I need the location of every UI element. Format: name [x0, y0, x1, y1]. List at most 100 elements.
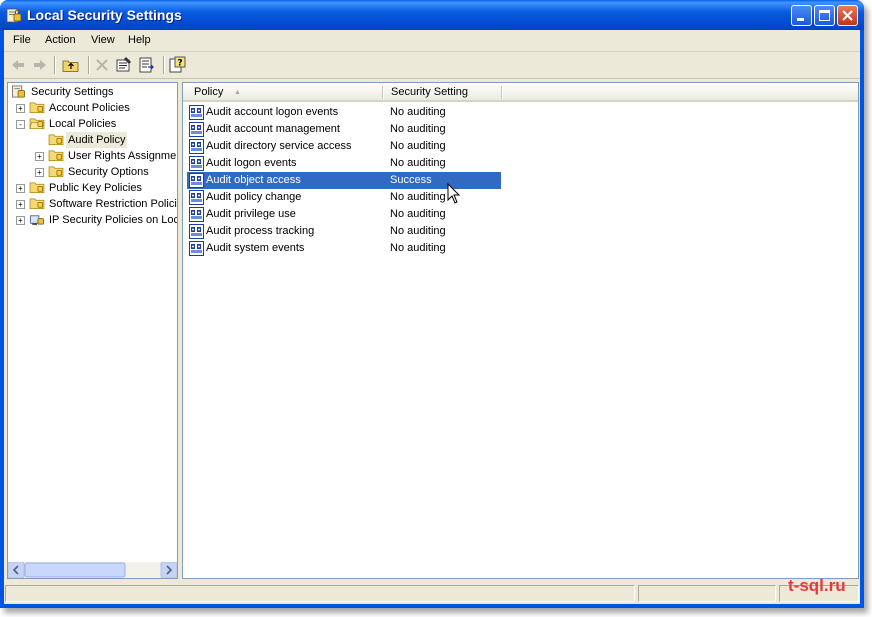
table-row[interactable]: Audit directory service access No auditin… — [187, 138, 501, 155]
folder-icon — [48, 166, 64, 177]
policy-setting: No auditing — [390, 106, 446, 118]
tree-item-label: Software Restriction Policie — [49, 198, 178, 210]
folder-icon — [48, 134, 64, 145]
properties-icon[interactable] — [115, 56, 133, 74]
menu-action[interactable]: Action — [45, 34, 76, 46]
close-icon — [842, 10, 853, 21]
minimize-button[interactable] — [791, 5, 812, 26]
status-bar — [4, 583, 860, 604]
tree-item[interactable]: + Account Policies — [8, 100, 177, 116]
policy-setting: No auditing — [390, 191, 446, 203]
folder-icon — [29, 102, 45, 113]
tree-collapse-icon[interactable]: - — [16, 120, 25, 129]
policy-name: Audit process tracking — [206, 225, 315, 237]
tree-item[interactable]: Security Settings — [8, 84, 177, 100]
tree-item-label: Local Policies — [49, 118, 117, 130]
tree-item-label: Security Options — [68, 166, 149, 178]
tree-item[interactable]: Audit Policy — [8, 132, 177, 148]
table-row[interactable]: Audit account management No auditing — [187, 121, 501, 138]
table-row[interactable]: Audit logon events No auditing — [187, 155, 501, 172]
tree-item-label: Public Key Policies — [49, 182, 142, 194]
audit-policy-icon — [189, 190, 204, 205]
policy-setting: No auditing — [390, 242, 446, 254]
delete-icon[interactable] — [93, 56, 111, 74]
export-list-icon[interactable] — [138, 56, 156, 74]
up-folder-icon[interactable] — [62, 56, 80, 74]
tree-item[interactable]: + Public Key Policies — [8, 180, 177, 196]
tree-item[interactable]: + IP Security Policies on Loca — [8, 212, 178, 228]
menu-help[interactable]: Help — [128, 34, 151, 46]
title-bar[interactable]: Local Security Settings — [0, 0, 864, 30]
app-window: Local Security Settings File Action View… — [0, 0, 864, 608]
policy-name: Audit object access — [206, 174, 301, 186]
details-pane: Policy ▲ Security Setting Audit account … — [182, 82, 859, 579]
minimize-icon — [797, 18, 804, 21]
toolbar: ? — [4, 52, 860, 79]
audit-policy-icon — [189, 207, 204, 222]
column-divider[interactable] — [382, 86, 384, 99]
menu-view[interactable]: View — [91, 34, 115, 46]
watermark: t-sql.ru — [788, 576, 846, 595]
folder-icon — [48, 150, 64, 161]
toolbar-separator — [163, 56, 165, 74]
menu-bar: File Action View Help — [4, 30, 860, 52]
table-row[interactable]: Audit system events No auditing — [187, 240, 501, 257]
policy-setting: Success — [390, 174, 432, 186]
tree-item-label: User Rights Assignmen — [68, 150, 178, 162]
maximize-button[interactable] — [814, 5, 835, 26]
table-row[interactable]: Audit privilege use No auditing — [187, 206, 501, 223]
tree-item[interactable]: + Security Options — [8, 164, 177, 180]
tree-item[interactable]: + Software Restriction Policie — [8, 196, 178, 212]
tree-expand-icon[interactable]: + — [35, 152, 44, 161]
list-header: Policy ▲ Security Setting — [183, 83, 858, 102]
tree-item-label: Audit Policy — [66, 132, 128, 148]
forward-arrow-icon[interactable] — [31, 56, 49, 74]
policy-setting: No auditing — [390, 140, 446, 152]
tree-expand-icon[interactable]: + — [35, 168, 44, 177]
column-divider[interactable] — [501, 86, 503, 99]
svg-text:?: ? — [177, 59, 182, 69]
folder-open-icon — [29, 118, 45, 129]
status-panel-secondary — [638, 585, 776, 602]
tree-item[interactable]: - Local Policies — [8, 116, 177, 132]
tree-item-label: Account Policies — [49, 102, 130, 114]
sort-ascending-icon: ▲ — [234, 89, 241, 96]
mouse-cursor-icon — [447, 183, 461, 204]
policy-name: Audit policy change — [206, 191, 302, 203]
policy-name: Audit system events — [206, 242, 305, 254]
menu-file[interactable]: File — [13, 34, 31, 46]
tree-horizontal-scrollbar[interactable] — [8, 561, 177, 578]
table-row[interactable]: Audit process tracking No auditing — [187, 223, 501, 240]
scrollbar-graphic — [8, 561, 177, 578]
audit-policy-icon — [189, 156, 204, 171]
help-icon[interactable]: ? — [169, 56, 187, 74]
audit-policy-icon — [189, 241, 204, 256]
tree-item[interactable]: + User Rights Assignmen — [8, 148, 178, 164]
tree-item-label: Security Settings — [31, 86, 114, 98]
policy-setting: No auditing — [390, 208, 446, 220]
toolbar-separator — [54, 56, 56, 74]
column-header-security-setting[interactable]: Security Setting — [391, 83, 468, 102]
security-settings-icon — [12, 85, 25, 98]
ip-security-icon — [30, 215, 44, 226]
policy-name: Audit privilege use — [206, 208, 296, 220]
audit-policy-icon — [189, 105, 204, 120]
folder-icon — [29, 198, 45, 209]
policy-name: Audit account management — [206, 123, 340, 135]
tree-expand-icon[interactable]: + — [16, 216, 25, 225]
tree-expand-icon[interactable]: + — [16, 184, 25, 193]
window-title: Local Security Settings — [27, 7, 182, 23]
tree-item-label: IP Security Policies on Loca — [49, 214, 178, 226]
column-header-policy[interactable]: Policy ▲ — [183, 83, 383, 102]
console-tree: Security Settings + Account Policies - Local… — [7, 82, 178, 579]
table-row[interactable]: Audit account logon events No auditing — [187, 104, 501, 121]
policy-setting: No auditing — [390, 157, 446, 169]
column-header-policy-label: Policy — [194, 86, 224, 98]
tree-expand-icon[interactable]: + — [16, 104, 25, 113]
tree-expand-icon[interactable]: + — [16, 200, 25, 209]
back-arrow-icon[interactable] — [9, 56, 27, 74]
policy-name: Audit account logon events — [206, 106, 339, 118]
close-button[interactable] — [837, 5, 858, 26]
maximize-icon — [819, 10, 830, 21]
window-body: File Action View Help ? Security Setting… — [4, 30, 860, 604]
